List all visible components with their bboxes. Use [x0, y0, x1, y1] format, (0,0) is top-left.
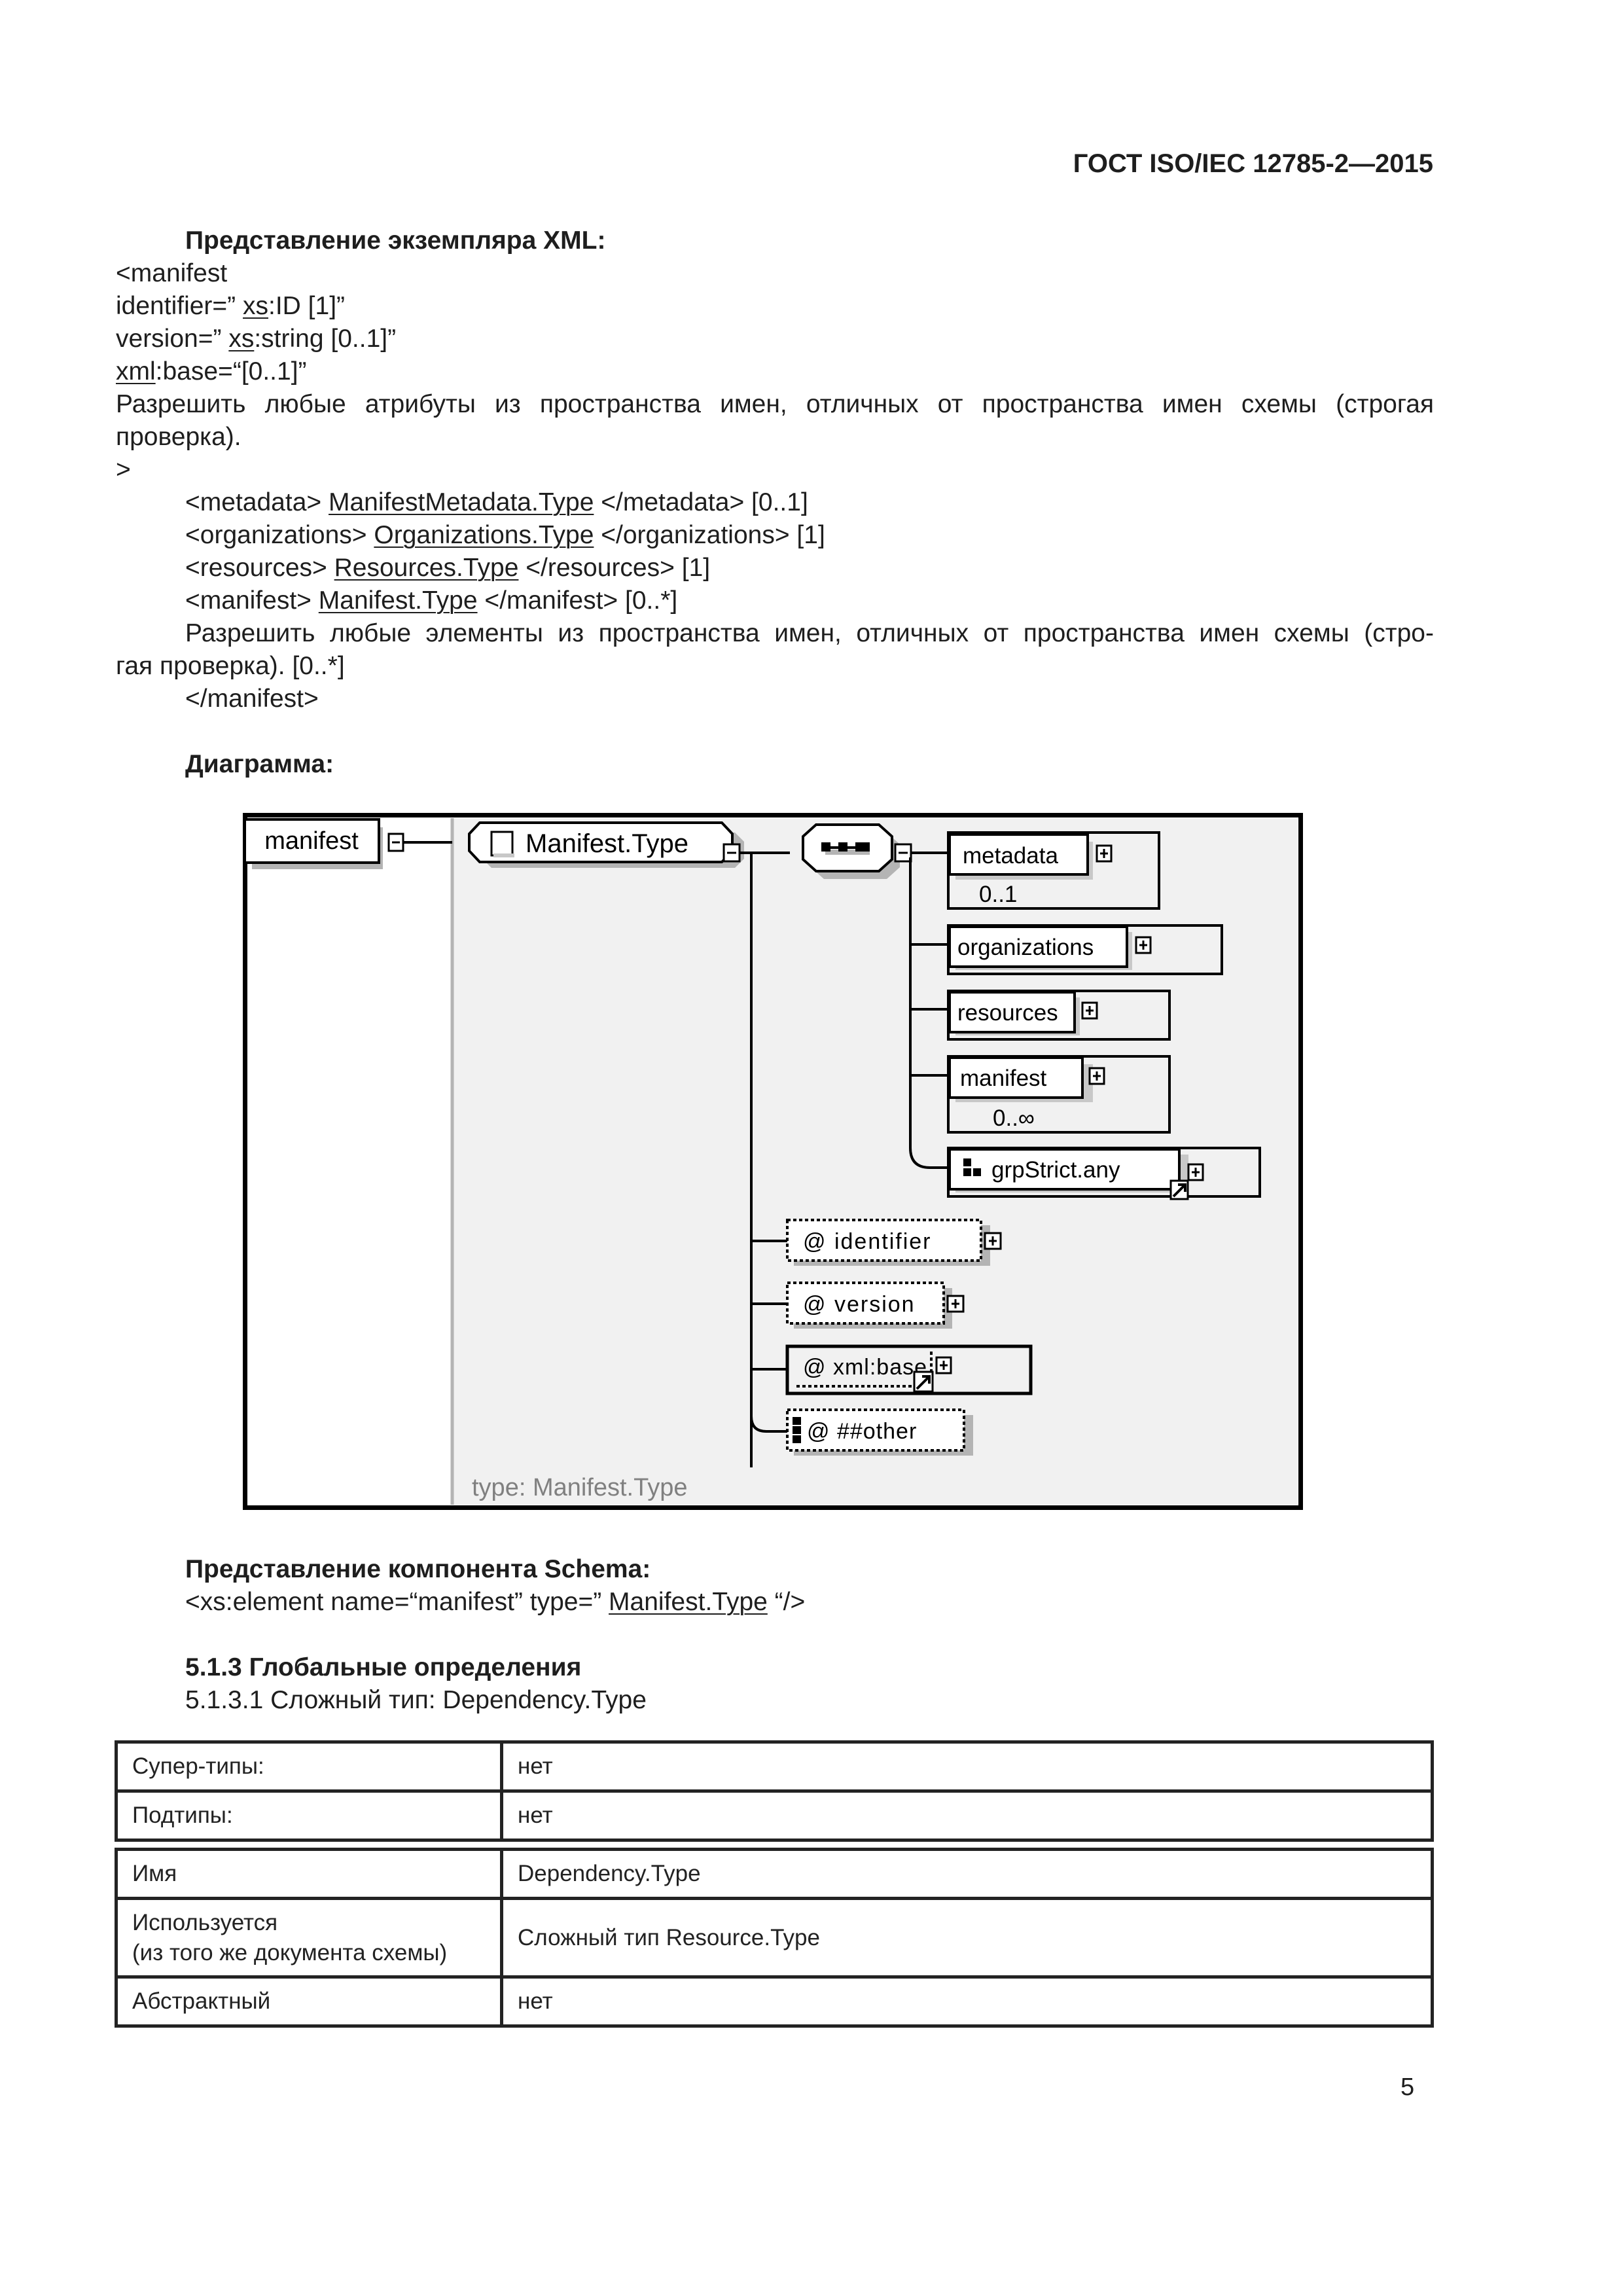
- attribute-label: @ xml:base: [803, 1355, 927, 1380]
- table-value: Dependency.Type: [500, 1848, 1434, 1900]
- key-line: Используется: [132, 1909, 278, 1935]
- table-key: Абстрактный: [115, 1975, 503, 2028]
- type-link[interactable]: Manifest.Type: [319, 586, 478, 615]
- child-manifest: <manifest> Manifest.Type </manifest> [0.…: [185, 584, 677, 617]
- tag-text: <metadata>: [185, 488, 329, 516]
- attribute-label: @ version: [803, 1292, 916, 1317]
- table-key: Супер-типы:: [115, 1740, 503, 1793]
- attribute-label: @ identifier: [803, 1229, 931, 1254]
- attr-text: :string [0..1]”: [254, 325, 397, 353]
- occurrence-label: 0..∞: [993, 1105, 1035, 1131]
- diagram-heading: Диаграмма:: [185, 750, 334, 778]
- tag-text: <organizations>: [185, 521, 374, 549]
- xml-link[interactable]: xml: [116, 357, 156, 386]
- table-row: Имя Dependency.Type: [115, 1848, 1434, 1900]
- attribute-identifier[interactable]: @ identifier: [786, 1219, 990, 1266]
- tag-text: </manifest> [0..*]: [477, 586, 678, 615]
- reference-arrow-icon: [913, 1371, 934, 1393]
- subsection-heading: 5.1.3.1 Сложный тип: Dependency.Type: [185, 1686, 647, 1714]
- group-label: grpStrict.any: [991, 1157, 1120, 1183]
- key-line: (из того же документа схемы): [132, 1939, 448, 1965]
- sequence-icon: [821, 842, 870, 855]
- table-key: Используется (из того же документа схемы): [115, 1897, 503, 1979]
- type-properties-table: Имя Dependency.Type Используется (из того…: [115, 1848, 1434, 2028]
- element-label: organizations: [957, 935, 1094, 960]
- child-resources: <resources> Resources.Type </resources> …: [185, 552, 710, 584]
- attr-text: :base=“[0..1]”: [155, 357, 307, 386]
- collapse-icon[interactable]: [387, 833, 404, 852]
- complex-type-label: Manifest.Type: [526, 829, 688, 858]
- type-caption: type: Manifest.Type: [472, 1474, 688, 1501]
- table-row: Подтипы: нет: [115, 1789, 1434, 1842]
- table-row: Используется (из того же документа схемы)…: [115, 1897, 1434, 1979]
- schema-component-code: <xs:element name=“manifest” type=” Manif…: [185, 1586, 805, 1619]
- reference-arrow-icon: [1169, 1179, 1189, 1200]
- code-text: “/>: [767, 1588, 806, 1616]
- table-value: Сложный тип Resource.Type: [500, 1897, 1434, 1979]
- shadow: [493, 853, 514, 857]
- child-organizations: <organizations> Organizations.Type </org…: [185, 519, 825, 552]
- any-attribute-note-line1: Разрешить любые атрибуты из пространства…: [116, 390, 1434, 418]
- any-element-note-line1: Разрешить любые элементы из пространства…: [185, 619, 1434, 647]
- collapse-icon[interactable]: [722, 843, 741, 863]
- attr-text: :ID [1]”: [268, 292, 346, 320]
- xml-attr-identifier: identifier=” xs:ID [1]”: [116, 290, 345, 323]
- table-key: Подтипы:: [115, 1789, 503, 1842]
- child-metadata: <metadata> ManifestMetadata.Type </metad…: [185, 486, 808, 519]
- table-row: Супер-типы: нет: [115, 1740, 1434, 1793]
- table-value: нет: [500, 1789, 1434, 1842]
- tag-text: <manifest>: [185, 586, 319, 615]
- xml-close-bracket: >: [116, 456, 131, 484]
- xs-link[interactable]: xs: [228, 325, 254, 353]
- table-value: нет: [500, 1740, 1434, 1793]
- element-label: resources: [957, 1000, 1058, 1026]
- attribute-version[interactable]: @ version: [786, 1282, 952, 1329]
- schema-diagram: manifest Manifest.Type metadata 0..1 org…: [243, 813, 1303, 1510]
- expand-icon[interactable]: [935, 1356, 952, 1374]
- element-label: metadata: [963, 843, 1058, 869]
- attribute-label: @ ##other: [807, 1419, 917, 1444]
- table-value: нет: [500, 1975, 1434, 2028]
- xml-end-tag: </manifest>: [185, 685, 319, 713]
- xml-attr-version: version=” xs:string [0..1]”: [116, 323, 396, 355]
- any-attribute-note-line2: проверка).: [116, 423, 241, 451]
- table-key: Имя: [115, 1848, 503, 1900]
- tag-text: </metadata> [0..1]: [594, 488, 808, 516]
- expand-icon[interactable]: [1081, 1001, 1098, 1020]
- collapse-icon[interactable]: [894, 843, 912, 863]
- expand-icon[interactable]: [984, 1232, 1002, 1250]
- expand-icon[interactable]: [1135, 936, 1152, 954]
- occurrence-label: 0..1: [979, 882, 1017, 907]
- xml-instance-heading: Представление экземпляра XML:: [185, 226, 606, 255]
- document-header: ГОСТ ISO/IEC 12785-2—2015: [1073, 149, 1433, 178]
- code-text: <xs:element name=“manifest” type=”: [185, 1588, 609, 1616]
- expand-icon[interactable]: [946, 1295, 965, 1313]
- type-link[interactable]: Manifest.Type: [609, 1588, 768, 1616]
- expand-icon[interactable]: [1088, 1067, 1105, 1085]
- root-element-label: manifest: [264, 827, 359, 855]
- page-number: 5: [1400, 2073, 1415, 2101]
- expand-icon[interactable]: [1187, 1163, 1204, 1181]
- attr-text: version=”: [116, 325, 229, 353]
- element-label: manifest: [960, 1066, 1047, 1091]
- complex-type-icon: [490, 831, 514, 857]
- attribute-any-other[interactable]: @ ##other: [786, 1408, 973, 1456]
- any-attribute-icon: [793, 1417, 801, 1443]
- supertypes-table: Супер-типы: нет Подтипы: нет: [115, 1740, 1434, 1842]
- xml-open-tag: <manifest: [116, 259, 228, 287]
- section-heading: 5.1.3 Глобальные определения: [185, 1653, 582, 1681]
- tag-text: </resources> [1]: [518, 554, 711, 582]
- xs-link[interactable]: xs: [243, 292, 268, 320]
- attr-text: identifier=”: [116, 292, 243, 320]
- table-row: Абстрактный нет: [115, 1975, 1434, 2028]
- type-link[interactable]: Organizations.Type: [374, 521, 594, 549]
- schema-component-heading: Представление компонента Schema:: [185, 1555, 651, 1583]
- xml-attr-base: xml:base=“[0..1]”: [116, 355, 307, 388]
- expand-icon[interactable]: [1096, 844, 1113, 863]
- tag-text: </organizations> [1]: [594, 521, 825, 549]
- type-link[interactable]: ManifestMetadata.Type: [329, 488, 594, 516]
- type-link[interactable]: Resources.Type: [334, 554, 519, 582]
- tag-text: <resources>: [185, 554, 334, 582]
- any-element-note-line2: гая проверка). [0..*]: [116, 652, 345, 680]
